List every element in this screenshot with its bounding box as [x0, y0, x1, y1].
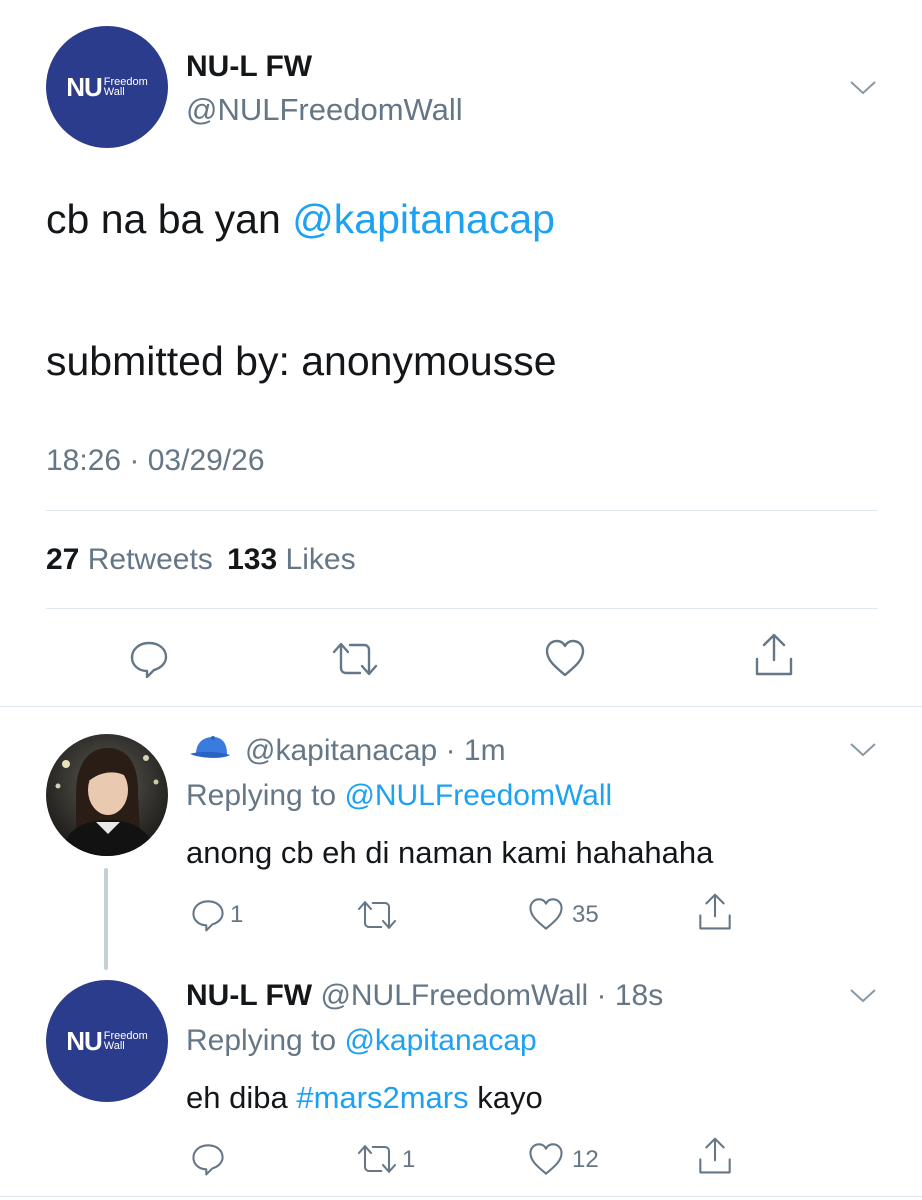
share-icon[interactable]: [752, 632, 796, 678]
divider: [46, 608, 878, 609]
like-count: 12: [572, 1146, 599, 1173]
section-divider: [0, 706, 922, 707]
avatar-logo-text: NU: [66, 1025, 103, 1056]
heart-icon[interactable]: [543, 636, 587, 680]
retweets-count[interactable]: 27: [46, 543, 79, 576]
heart-icon[interactable]: [527, 895, 565, 933]
share-icon[interactable]: [696, 892, 734, 932]
replying-to-link[interactable]: @NULFreedomWall: [344, 779, 612, 812]
chevron-down-icon[interactable]: [848, 986, 878, 1006]
reply-icon[interactable]: [190, 897, 226, 933]
retweet-icon[interactable]: [330, 638, 380, 680]
reply-header: NU-L FW @NULFreedomWall · 18s: [186, 979, 664, 1012]
reply-time[interactable]: 18s: [615, 979, 663, 1012]
reply-avatar[interactable]: NU Freedom Wall: [46, 980, 168, 1102]
chevron-down-icon[interactable]: [848, 78, 878, 98]
reply-time[interactable]: 1m: [464, 734, 506, 767]
replying-to: Replying to @NULFreedomWall: [186, 779, 612, 813]
blue-cap-icon: [190, 736, 230, 758]
reply-header: @kapitanacap · 1m: [245, 734, 506, 767]
avatar-logo-sub2: Wall: [103, 86, 125, 98]
author-avatar[interactable]: NU Freedom Wall: [46, 26, 168, 148]
reply-handle[interactable]: @kapitanacap: [245, 734, 437, 767]
hashtag-link[interactable]: #mars2mars: [296, 1080, 468, 1115]
tweet-timestamp[interactable]: 18:26 · 03/29/26: [46, 444, 265, 478]
reply-icon[interactable]: [190, 1141, 226, 1177]
retweet-count: 1: [402, 1146, 416, 1173]
author-display-name[interactable]: NU-L FW: [186, 50, 312, 84]
heart-icon[interactable]: [527, 1140, 565, 1178]
reply-text: anong cb eh di naman kami hahahaha: [186, 835, 714, 870]
chevron-down-icon[interactable]: [848, 740, 878, 760]
engagement-stats: 27 Retweets 133 Likes: [46, 543, 356, 577]
bottom-divider: [0, 1196, 922, 1197]
like-count: 35: [572, 901, 599, 928]
retweet-icon[interactable]: [355, 897, 399, 933]
reply-text-part: kayo: [468, 1080, 543, 1115]
reply-text: eh diba #mars2mars kayo: [186, 1080, 543, 1116]
divider: [46, 510, 878, 511]
mention-link[interactable]: @kapitanacap: [292, 196, 555, 242]
retweets-label[interactable]: Retweets: [88, 543, 213, 576]
author-handle[interactable]: @NULFreedomWall: [186, 92, 463, 128]
reply-handle[interactable]: @NULFreedomWall: [320, 979, 588, 1012]
tweet-text: cb na ba yan: [46, 196, 293, 242]
share-icon[interactable]: [696, 1136, 734, 1176]
likes-label[interactable]: Likes: [286, 543, 356, 576]
likes-count[interactable]: 133: [227, 543, 277, 576]
replying-to-label: Replying to: [186, 1024, 337, 1057]
retweet-icon[interactable]: [355, 1141, 399, 1177]
reply-icon[interactable]: [128, 638, 170, 680]
tweet-text-line2: submitted by: anonymousse: [46, 338, 557, 384]
reply-count: 1: [230, 901, 244, 928]
reply-display-name[interactable]: NU-L FW: [186, 979, 312, 1012]
tweet-text-line1: cb na ba yan @kapitanacap: [46, 196, 555, 243]
avatar-logo-sub2: Wall: [103, 1040, 125, 1052]
reply-text-part: eh diba: [186, 1080, 297, 1115]
thread-connector-line: [104, 868, 108, 970]
reply-avatar-photo[interactable]: [46, 734, 168, 856]
replying-to-label: Replying to: [186, 779, 337, 812]
replying-to: Replying to @kapitanacap: [186, 1024, 537, 1058]
avatar-logo-text: NU: [66, 71, 103, 102]
replying-to-link[interactable]: @kapitanacap: [344, 1024, 536, 1057]
